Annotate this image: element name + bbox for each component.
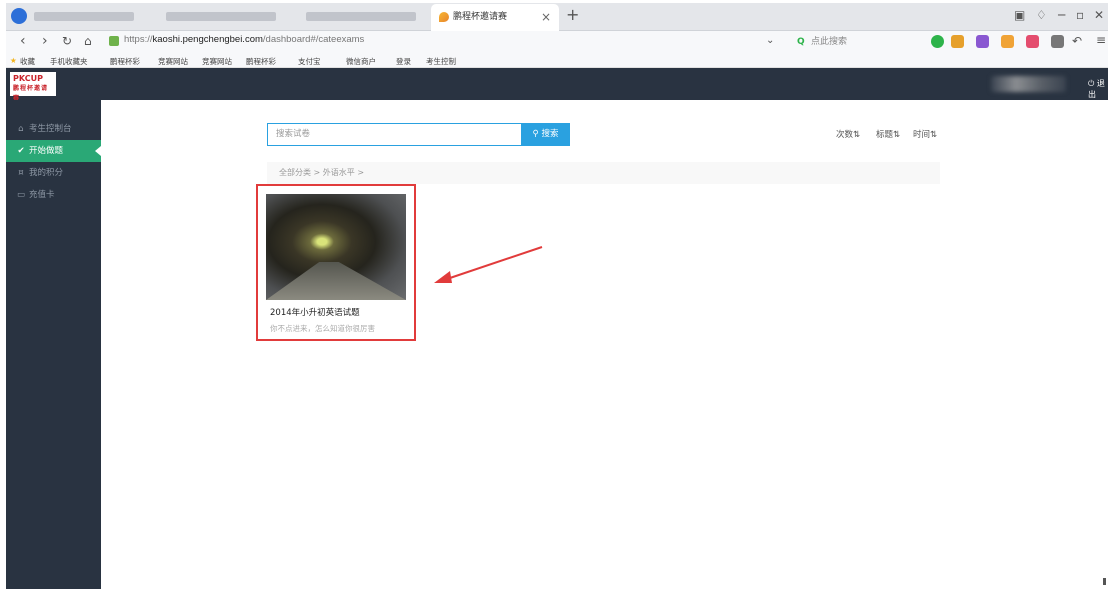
sort-count[interactable]: 次数⇅	[836, 128, 860, 140]
check-circle-icon: ✔	[17, 146, 25, 156]
sidebar-item-label: 考生控制台	[29, 124, 72, 134]
exam-search-input[interactable]: 搜索试卷	[267, 123, 522, 146]
chevron-down-icon[interactable]: ⌄	[766, 35, 774, 46]
sidebar-item-label: 充值卡	[29, 190, 55, 200]
exam-thumbnail[interactable]	[266, 194, 406, 300]
extension-icon[interactable]	[931, 35, 944, 48]
sort-title-label: 标题	[876, 130, 894, 140]
card-icon: ▭	[16, 190, 26, 200]
close-window-icon[interactable]: ✕	[1094, 8, 1104, 22]
scissors-icon[interactable]	[951, 35, 964, 48]
home-icon: ⌂	[18, 124, 24, 134]
bookmark-item[interactable]: 微信商户	[346, 56, 376, 67]
bookmark-item[interactable]: 鹏程杯彩	[110, 56, 140, 67]
reload-icon[interactable]: ↻	[62, 34, 72, 48]
new-tab-icon[interactable]: +	[566, 5, 579, 24]
sidebar-item-label: 开始做题	[29, 146, 64, 156]
game-icon[interactable]	[1026, 35, 1039, 48]
bookmark-item[interactable]: 鹏程杯彩	[246, 56, 276, 67]
extension-icon[interactable]	[1001, 35, 1014, 48]
bookmark-item[interactable]: 手机收藏夹	[50, 56, 88, 67]
browser-logo-icon[interactable]	[11, 8, 27, 24]
tunnel-floor	[266, 262, 406, 300]
sort-icon: ⇅	[853, 130, 861, 140]
url-scheme: https://	[124, 34, 153, 45]
user-avatar[interactable]	[991, 76, 1066, 92]
url-path: /dashboard#/cateexams	[262, 34, 365, 45]
browser-window: 鹏程杯邀请赛 × + ▣ ♢ ─ ▫ ✕ ‹ › ↻ ⌂ https://kao…	[0, 0, 1110, 589]
url-host: kaoshi.pengchengbei.com	[152, 34, 263, 45]
apps-grid-icon[interactable]	[1051, 35, 1064, 48]
bookmark-item[interactable]: 竞赛网站	[158, 56, 188, 67]
bookmark-star-icon: ★	[10, 56, 17, 65]
sort-icon: ⇅	[930, 130, 938, 140]
restore-icon[interactable]: ▣	[1014, 8, 1025, 22]
sidebar-item-label: 我的积分	[29, 168, 64, 178]
tab-title: 鹏程杯邀请赛	[453, 12, 508, 22]
tab-active[interactable]: 鹏程杯邀请赛 ×	[431, 4, 559, 31]
address-bar: ‹ › ↻ ⌂ https://kaoshi.pengchengbei.com/…	[6, 31, 1108, 53]
blurred-tab[interactable]	[166, 12, 276, 21]
sort-time[interactable]: 时间⇅	[913, 128, 937, 140]
bookmark-item[interactable]: 登录	[396, 56, 411, 67]
back-icon[interactable]: ‹	[20, 33, 26, 49]
sidebar-item-start-exam[interactable]: ✔ 开始做题	[6, 140, 101, 162]
bookmark-item[interactable]: 竞赛网站	[202, 56, 232, 67]
browser-search-field[interactable]: Q 点此搜索	[795, 34, 915, 50]
exam-search-placeholder: 搜索试卷	[276, 129, 311, 139]
bookmark-item[interactable]: 支付宝	[298, 56, 321, 67]
forward-icon[interactable]: ›	[42, 33, 48, 49]
bookmark-item[interactable]: 收藏	[20, 56, 35, 67]
logout-button[interactable]: ⏻ 退出	[1088, 78, 1108, 100]
blurred-tab[interactable]	[34, 12, 134, 21]
exam-title[interactable]: 2014年小升初英语试题	[270, 306, 360, 318]
maximize-icon[interactable]: ▫	[1076, 8, 1084, 22]
exam-card[interactable]: 2014年小升初英语试题 你不点进来，怎么知道你很厉害	[256, 184, 416, 341]
exam-description: 你不点进来，怎么知道你很厉害	[270, 324, 375, 333]
sort-time-label: 时间	[913, 130, 931, 140]
site-logo[interactable]: PKCUP 鹏程杯邀请赛	[10, 72, 56, 102]
search-button[interactable]: ⚲ 搜索	[521, 123, 570, 146]
lock-icon[interactable]	[109, 36, 119, 46]
menu-icon[interactable]: ≡	[1096, 33, 1106, 47]
red-arrow-annotation	[434, 246, 543, 283]
main-content: 搜索试卷 ⚲ 搜索 次数⇅ 标题⇅ 时间⇅ 全部分类 > 外语水平 > 2014…	[101, 100, 1108, 589]
extension-icon[interactable]	[976, 35, 989, 48]
close-tab-icon[interactable]: ×	[541, 4, 551, 30]
sidebar-item-points[interactable]: ¤ 我的积分	[6, 162, 101, 184]
sidebar-item-dashboard[interactable]: ⌂ 考生控制台	[6, 118, 101, 140]
url-field[interactable]: https://kaoshi.pengchengbei.com/dashboar…	[124, 34, 364, 45]
tab-bar: 鹏程杯邀请赛 × + ▣ ♢ ─ ▫ ✕	[6, 3, 1108, 31]
coin-icon: ¤	[18, 168, 24, 178]
power-icon: ⏻	[1088, 79, 1095, 88]
app-header: PKCUP 鹏程杯邀请赛 ⏻ 退出	[6, 68, 1108, 102]
browser-search-placeholder: 点此搜索	[811, 37, 848, 47]
sidebar-item-recharge[interactable]: ▭ 充值卡	[6, 184, 101, 206]
sort-count-label: 次数	[836, 130, 854, 140]
blurred-tab[interactable]	[306, 12, 416, 21]
search-button-label: 搜索	[541, 129, 559, 139]
sidebar: ⌂ 考生控制台 ✔ 开始做题 ¤ 我的积分 ▭ 充值卡	[6, 100, 101, 589]
minimize-icon[interactable]: ─	[1058, 8, 1065, 22]
sort-icon: ⇅	[893, 130, 901, 140]
shirt-icon[interactable]: ♢	[1036, 8, 1047, 22]
undo-icon[interactable]: ↶	[1072, 34, 1082, 48]
search-engine-icon: Q	[797, 37, 805, 47]
home-icon[interactable]: ⌂	[84, 34, 92, 48]
scrollbar[interactable]	[1103, 578, 1106, 585]
bookmarks-bar: ★ 收藏 手机收藏夹 鹏程杯彩 竞赛网站 竞赛网站 鹏程杯彩 支付宝 微信商户 …	[6, 53, 1108, 68]
logo-main-text: PKCUP	[13, 74, 43, 83]
bookmark-item[interactable]: 考生控制	[426, 56, 456, 67]
breadcrumb[interactable]: 全部分类 > 外语水平 >	[267, 162, 940, 184]
site-favicon-icon	[439, 12, 449, 22]
sort-title[interactable]: 标题⇅	[876, 128, 900, 140]
search-icon: ⚲	[532, 129, 539, 139]
